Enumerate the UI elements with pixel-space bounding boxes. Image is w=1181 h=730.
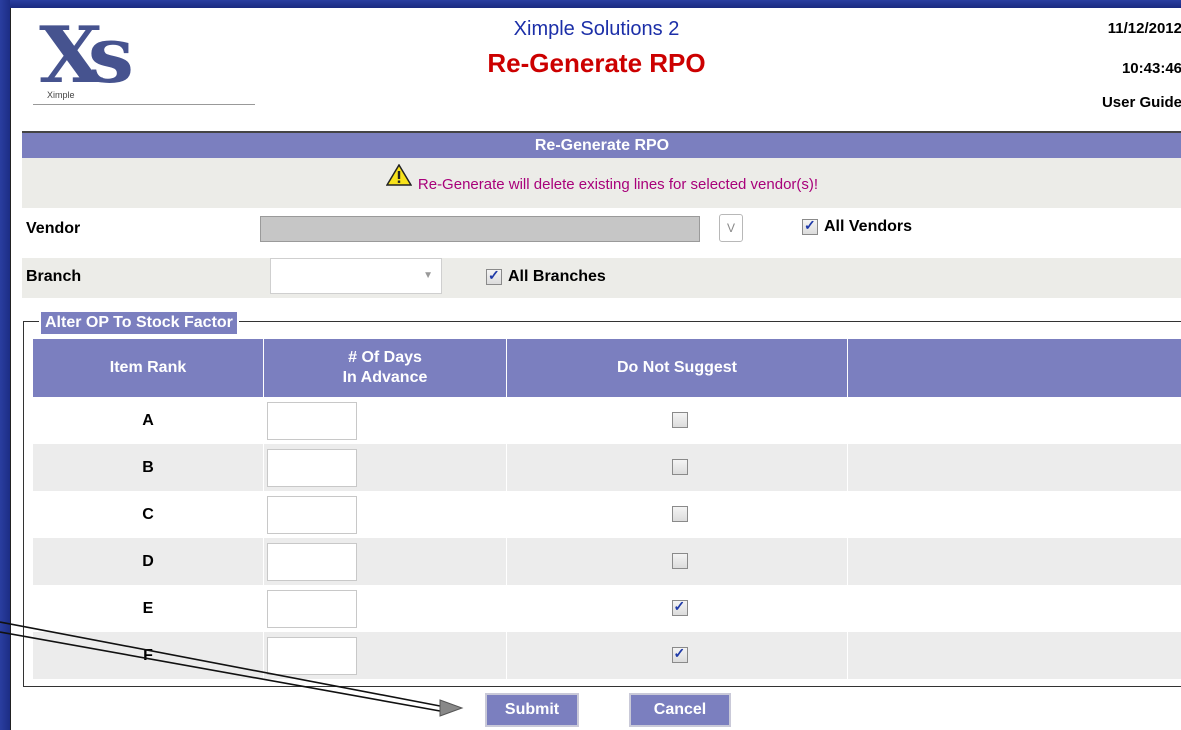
callout-arrows	[0, 621, 464, 717]
callout-arrow	[0, 621, 464, 717]
